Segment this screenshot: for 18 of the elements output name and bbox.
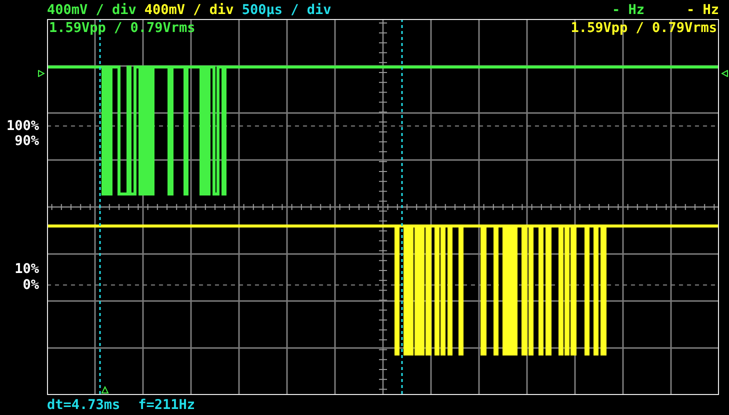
measurement-readout: 1.59Vpp / 0.79Vrms bbox=[49, 20, 196, 36]
cursor-readout: dt=4.73ms bbox=[47, 397, 120, 413]
level-label: 0% bbox=[22, 277, 39, 293]
timebase-label: 500µs / div bbox=[242, 2, 332, 18]
channel-marker-icon bbox=[721, 70, 728, 77]
level-label: 10% bbox=[14, 261, 39, 277]
channel-marker-icon bbox=[38, 70, 45, 77]
level-label: 100% bbox=[6, 118, 39, 134]
measurement-readout: 1.59Vpp / 0.79Vrms bbox=[570, 20, 717, 36]
cursor-line[interactable] bbox=[99, 19, 101, 395]
trigger-marker-icon bbox=[101, 386, 109, 394]
cursor-line[interactable] bbox=[401, 19, 403, 395]
cursor-readout: f=211Hz bbox=[138, 397, 196, 413]
frequency-readout: - Hz bbox=[686, 2, 719, 18]
level-label: 90% bbox=[14, 133, 39, 149]
frequency-readout: - Hz bbox=[612, 2, 644, 18]
channel-scale-label: 400mV / div bbox=[144, 2, 234, 18]
channel-scale-label: 400mV / div bbox=[47, 2, 136, 18]
